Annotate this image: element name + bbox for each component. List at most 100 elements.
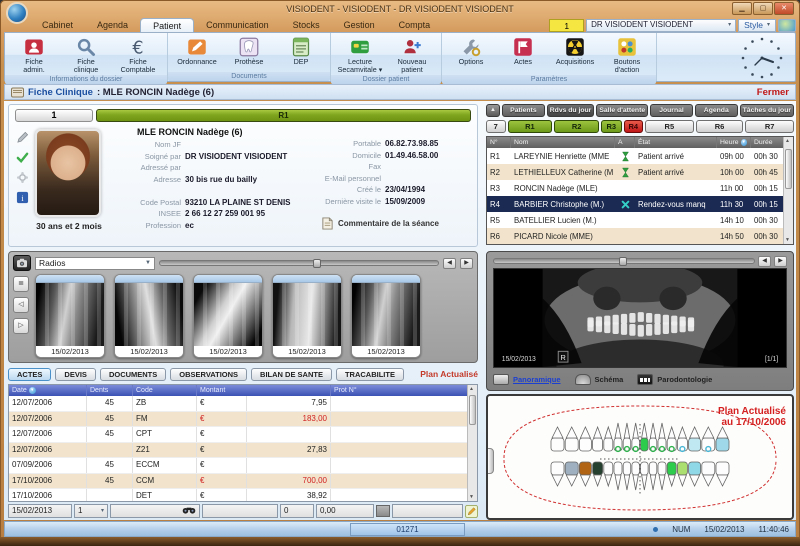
color-swatch-button[interactable] bbox=[376, 505, 390, 517]
app-orb-icon[interactable] bbox=[6, 2, 28, 24]
doctor-select[interactable]: DR VISIODENT VISIODENT▾ bbox=[586, 19, 736, 32]
upper-tooth-10[interactable] bbox=[649, 423, 657, 451]
collapse-panel-button[interactable]: ▲ bbox=[486, 104, 500, 117]
actes-row[interactable]: 17/10/2006DET€38,92 bbox=[9, 489, 477, 502]
style-select[interactable]: Style▾ bbox=[738, 19, 776, 32]
upper-tooth-8[interactable] bbox=[632, 423, 640, 451]
acte-search-field[interactable] bbox=[110, 504, 200, 518]
ribbon-tab-compta[interactable]: Compta bbox=[387, 18, 443, 32]
upper-tooth-13[interactable] bbox=[677, 427, 687, 451]
upper-tooth-3[interactable] bbox=[579, 427, 591, 451]
appointment-row-r3[interactable]: R3RONCIN Nadège (MLE)11h 0000h 15 bbox=[487, 180, 793, 196]
lower-tooth-5[interactable] bbox=[604, 462, 613, 486]
xray-next-button[interactable]: ▶ bbox=[774, 256, 787, 267]
xray-slider[interactable] bbox=[493, 258, 755, 264]
radio-thumbnail[interactable]: 15/02/2013 bbox=[35, 274, 105, 358]
lower-tooth-11[interactable] bbox=[658, 462, 666, 490]
resource-button-r5[interactable]: R5 bbox=[645, 120, 694, 133]
acte-comment-field[interactable] bbox=[392, 504, 463, 518]
resource-button-r4[interactable]: R4 bbox=[624, 120, 644, 133]
resource-button-r3[interactable]: R3 bbox=[601, 120, 621, 133]
lower-tooth-8[interactable] bbox=[632, 462, 640, 490]
minimize-button[interactable]: ▁ bbox=[732, 2, 752, 15]
upper-tooth-4[interactable] bbox=[593, 427, 603, 451]
radio-thumbnail[interactable]: 15/02/2013 bbox=[114, 274, 184, 358]
proth-se-button[interactable]: Prothèse bbox=[223, 35, 275, 66]
xray-prev-button[interactable]: ◀ bbox=[758, 256, 771, 267]
scroll-left-button[interactable]: ◀ bbox=[443, 258, 456, 269]
dental-chart-panel[interactable]: Plan Actualiséau 17/10/2006 bbox=[486, 394, 794, 520]
capture-camera-button[interactable] bbox=[13, 255, 31, 271]
options-button[interactable]: Options bbox=[445, 35, 497, 66]
lower-tooth-6[interactable] bbox=[614, 462, 622, 490]
edit-pencil-icon[interactable] bbox=[16, 131, 29, 144]
ordonnance-button[interactable]: Ordonnance bbox=[171, 35, 223, 66]
session-comment[interactable]: Commentaire de la séance bbox=[321, 217, 475, 230]
ribbon-tab-cabinet[interactable]: Cabinet bbox=[30, 18, 85, 32]
actes-row[interactable]: 12/07/200645FM€183,00 bbox=[9, 412, 477, 428]
acte-amount-field[interactable]: 0,00 bbox=[316, 504, 374, 518]
validate-check-icon[interactable] bbox=[16, 151, 29, 164]
lecture-secamvitale-button[interactable]: Lecture Secamvitale ▾ bbox=[334, 35, 386, 75]
actes-row[interactable]: 12/07/2006Z21€27,83 bbox=[9, 443, 477, 459]
acte-date-field[interactable]: 15/02/2013 bbox=[8, 504, 72, 518]
upper-tooth-16[interactable] bbox=[716, 427, 729, 451]
tab-rdvs-du-jour[interactable]: Rdvs du jour bbox=[547, 104, 595, 117]
upper-tooth-14[interactable] bbox=[689, 427, 701, 451]
tab-patients[interactable]: Patients bbox=[502, 104, 545, 117]
radios-type-select[interactable]: Radios▼ bbox=[35, 257, 155, 270]
appointments-header[interactable]: N° Nom A État Heure▾ Durée bbox=[487, 137, 793, 148]
previous-button[interactable]: ◁ bbox=[13, 297, 29, 313]
tab-observations[interactable]: OBSERVATIONS bbox=[170, 368, 247, 381]
actes-row[interactable]: 07/09/200645ECCM€ bbox=[9, 458, 477, 474]
upper-tooth-12[interactable] bbox=[667, 427, 676, 451]
resource-button-7[interactable]: 7 bbox=[486, 120, 506, 133]
lower-tooth-16[interactable] bbox=[716, 462, 729, 486]
lower-tooth-13[interactable] bbox=[677, 462, 687, 486]
fiche-admin-button[interactable]: Fiche admin. bbox=[8, 35, 60, 75]
actes-table-header[interactable]: Date▾ Dents Code Montant Prot N° bbox=[9, 385, 477, 396]
upper-tooth-9[interactable] bbox=[641, 423, 649, 451]
resource-button-r7[interactable]: R7 bbox=[745, 120, 794, 133]
info-icon[interactable]: i bbox=[16, 191, 29, 204]
appointment-row-r1[interactable]: R1LAREYNIE Henriette (MMEPatient arrivé0… bbox=[487, 148, 793, 164]
upper-tooth-5[interactable] bbox=[604, 427, 613, 451]
resource-r1-bar[interactable]: R1 bbox=[96, 109, 471, 122]
radio-thumbnail[interactable]: 15/02/2013 bbox=[193, 274, 263, 358]
lower-tooth-12[interactable] bbox=[667, 462, 676, 486]
lower-tooth-1[interactable] bbox=[551, 462, 564, 486]
appointment-row-r6[interactable]: R6PICARD Nicole (MME)14h 5000h 30 bbox=[487, 228, 793, 244]
actes-row[interactable]: 17/10/200645CCM€700,00 bbox=[9, 474, 477, 490]
actes-row[interactable]: 12/07/200645ZB€7,95 bbox=[9, 396, 477, 412]
maximize-button[interactable]: ▢ bbox=[753, 2, 773, 15]
ribbon-tab-agenda[interactable]: Agenda bbox=[85, 18, 140, 32]
actes-row[interactable]: 12/07/200645CPT€ bbox=[9, 427, 477, 443]
tab-documents[interactable]: DOCUMENTS bbox=[100, 368, 166, 381]
patient-photo[interactable] bbox=[35, 129, 101, 217]
upper-tooth-6[interactable] bbox=[614, 423, 622, 451]
lower-tooth-9[interactable] bbox=[641, 462, 649, 490]
list-view-button[interactable]: ≣ bbox=[13, 276, 29, 292]
actes-button[interactable]: Actes bbox=[497, 35, 549, 66]
radio-thumbnail[interactable]: 15/02/2013 bbox=[351, 274, 421, 358]
boutons-d-action-button[interactable]: Boutons d'action bbox=[601, 35, 653, 75]
upper-tooth-15[interactable] bbox=[702, 427, 715, 451]
lower-tooth-14[interactable] bbox=[689, 462, 701, 486]
lower-tooth-4[interactable] bbox=[593, 462, 603, 486]
radio-thumbnail[interactable]: 15/02/2013 bbox=[272, 274, 342, 358]
tab-devis[interactable]: DEVIS bbox=[55, 368, 96, 381]
tab-bilan-de-sante[interactable]: BILAN DE SANTE bbox=[251, 368, 332, 381]
appointment-row-r2[interactable]: R2LETHIELLEUX Catherine (MPatient arrivé… bbox=[487, 164, 793, 180]
fermer-close-link[interactable]: Fermer bbox=[757, 87, 789, 98]
panoramic-xray-image[interactable]: 15/02/2013 R [1/1] bbox=[493, 268, 787, 368]
lower-tooth-3[interactable] bbox=[579, 462, 591, 486]
tab-agenda[interactable]: Agenda bbox=[695, 104, 738, 117]
radios-scroll-slider[interactable] bbox=[159, 260, 439, 266]
fiche-clinique-button[interactable]: Fiche clinique bbox=[60, 35, 112, 75]
xray-tab-parodontologie[interactable]: Parodontologie bbox=[637, 374, 712, 385]
tab-journal[interactable]: Journal bbox=[650, 104, 693, 117]
dep-button[interactable]: DEP bbox=[275, 35, 327, 66]
tab-actes[interactable]: ACTES bbox=[8, 368, 51, 381]
tab-t-ches-du-jour[interactable]: Tâches du jour bbox=[740, 104, 794, 117]
acquisitions-button[interactable]: Acquisitions bbox=[549, 35, 601, 66]
